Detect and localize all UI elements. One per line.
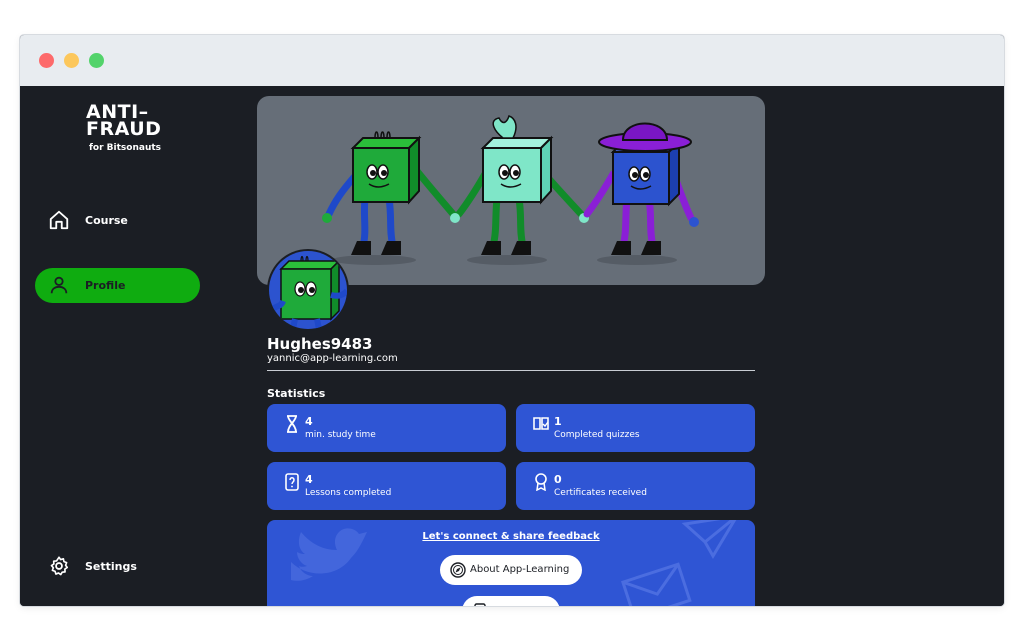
logo-line-2: FRAUD [86,118,162,140]
secondary-link-button[interactable] [462,596,560,606]
award-icon [535,473,547,491]
stat-card-study-time: 4 min. study time [267,404,506,452]
stat-value: 4 [305,415,313,428]
app-logo[interactable]: ANTI– FRAUD for Bitsonauts [86,103,162,154]
window-titlebar [20,35,1004,86]
logo-subtitle: for Bitsonauts [89,143,162,153]
minimize-window-button[interactable] [64,53,79,68]
sidebar-item-profile[interactable]: Profile [35,268,200,303]
profile-email: yannic@app-learning.com [267,353,398,364]
home-icon [49,210,69,230]
button-label: About App-Learning [470,564,570,575]
compass-icon [450,562,466,578]
profile-avatar[interactable] [267,249,349,331]
question-doc-icon [285,473,299,491]
close-window-button[interactable] [39,53,54,68]
stat-card-lessons: 4 Lessons completed [267,462,506,510]
maximize-window-button[interactable] [89,53,104,68]
stat-card-quizzes: 1 Completed quizzes [516,404,755,452]
sidebar-item-course[interactable]: Course [35,203,200,238]
book-icon [533,417,549,430]
connect-feedback-link[interactable]: Let's connect & share feedback [267,531,755,542]
connect-card: Let's connect & share feedback About App… [267,520,755,606]
profile-username: Hughes9483 [267,335,373,353]
app-content: ANTI– FRAUD for Bitsonauts Course Profil… [20,86,1004,606]
stat-value: 1 [554,415,562,428]
cube-characters-illustration [322,115,699,265]
green-cube-avatar-image [269,255,347,329]
sidebar-item-settings[interactable]: Settings [35,549,200,584]
stat-card-certificates: 0 Certificates received [516,462,755,510]
browser-window: ANTI– FRAUD for Bitsonauts Course Profil… [20,35,1004,606]
stat-label: Certificates received [554,488,647,498]
hourglass-icon [287,415,297,433]
gear-icon [50,556,69,576]
stat-label: Completed quizzes [554,430,640,440]
document-icon [474,603,486,606]
user-icon [50,276,68,294]
stat-value: 0 [554,473,562,486]
sidebar-item-label: Profile [85,279,126,292]
stat-label: min. study time [305,430,376,440]
statistics-heading: Statistics [267,387,326,400]
profile-banner [257,96,765,285]
stat-value: 4 [305,473,313,486]
profile-divider [267,370,755,371]
sidebar-item-label: Settings [85,560,137,573]
stat-label: Lessons completed [305,488,392,498]
envelope-icon [621,562,692,606]
sidebar-item-label: Course [85,214,128,227]
about-app-learning-button[interactable]: About App-Learning [440,555,582,585]
